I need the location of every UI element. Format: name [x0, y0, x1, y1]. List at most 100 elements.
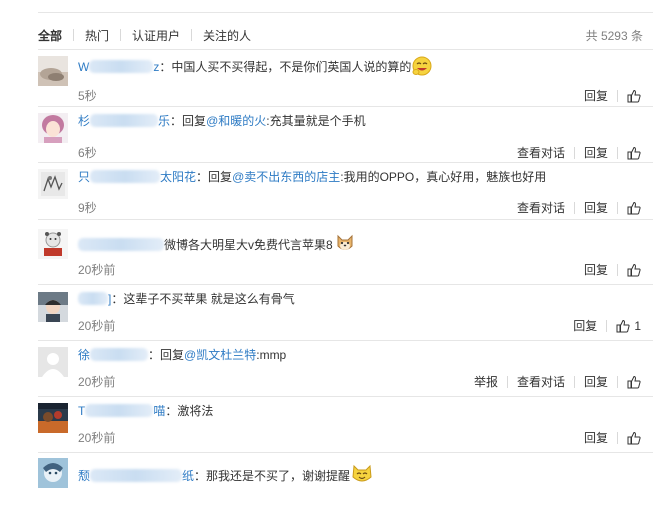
view-conversation-button[interactable]: 查看对话 — [517, 144, 565, 161]
mention-link[interactable]: @卖不出东西的店主 — [232, 170, 340, 184]
avatar[interactable] — [38, 403, 68, 433]
comment-time: 20秒前 — [78, 319, 116, 333]
comment-actions: 回复 — [584, 87, 641, 104]
reply-button[interactable]: 回复 — [584, 429, 608, 446]
tab-divider — [120, 29, 122, 41]
reply-button[interactable]: 回复 — [584, 144, 608, 161]
separator: ： — [165, 404, 178, 418]
action-divider — [606, 319, 608, 332]
like-button[interactable] — [627, 201, 641, 215]
separator: ： — [194, 469, 207, 483]
comment-item: 徐：回复@凯文杜兰特:mmp 20秒前 举报 查看对话 回复 — [38, 341, 653, 397]
separator: ： — [148, 348, 161, 362]
report-button[interactable]: 举报 — [474, 373, 498, 390]
top-divider — [38, 12, 653, 13]
like-button[interactable] — [627, 263, 641, 277]
reply-button[interactable]: 回复 — [584, 261, 608, 278]
thumbs-up-icon — [627, 375, 641, 389]
comment-text: 微博各大明星大v免费代言苹果8 — [164, 238, 333, 252]
username-link[interactable]: T喵 — [78, 404, 165, 418]
like-button[interactable] — [627, 375, 641, 389]
comment-time: 20秒前 — [78, 431, 116, 445]
comment-text-line: 颓纸：那我还是不买了，谢谢提醒 — [78, 463, 653, 485]
reply-prefix: 回复 — [208, 170, 233, 184]
comment-actions: 回复 — [584, 261, 641, 278]
avatar[interactable] — [38, 229, 68, 259]
username-link[interactable]: 颓纸 — [78, 469, 194, 483]
action-divider — [573, 201, 575, 214]
like-button[interactable]: 1 — [616, 319, 641, 333]
comment-text: 那我还是不买了，谢谢提醒 — [206, 469, 351, 483]
comment-time: 9秒 — [78, 201, 97, 215]
reply-button[interactable]: 回复 — [584, 199, 608, 216]
tab-divider — [73, 29, 75, 41]
username-link[interactable]: ] — [78, 292, 111, 306]
doge-emoji-icon — [334, 232, 356, 254]
avatar[interactable] — [38, 169, 68, 199]
comment-text-line: ]：这辈子不买苹果 就是这么有骨气 — [78, 291, 653, 307]
thumbs-up-icon — [627, 146, 641, 160]
reply-prefix: 回复 — [182, 114, 207, 128]
username-link[interactable]: 徐 — [78, 348, 149, 362]
avatar[interactable] — [38, 56, 68, 86]
reply-button[interactable]: 回复 — [584, 373, 608, 390]
like-button[interactable] — [627, 431, 641, 445]
mention-link[interactable]: @和暖的火 — [206, 114, 266, 128]
tab-all[interactable]: 全部 — [38, 27, 62, 44]
comment-item: 颓纸：那我还是不买了，谢谢提醒 — [38, 453, 653, 513]
view-conversation-button[interactable]: 查看对话 — [517, 199, 565, 216]
comment-text: 激将法 — [177, 404, 214, 418]
comment-item: 微博各大明星大v免费代言苹果8 20秒前 回复 — [38, 220, 653, 285]
username-link[interactable]: 只太阳花 — [78, 170, 196, 184]
action-divider — [617, 146, 618, 159]
comment-text: :充其量就是个手机 — [266, 114, 366, 128]
action-divider — [617, 201, 618, 214]
comment-text: :mmp — [256, 348, 287, 362]
tab-hot[interactable]: 热门 — [85, 27, 109, 44]
thumbs-up-icon — [627, 201, 641, 215]
action-divider — [573, 146, 575, 159]
comment-text-line: 杉乐：回复@和暖的火:充其量就是个手机 — [78, 113, 653, 129]
action-divider — [617, 375, 618, 388]
comment-time: 6秒 — [78, 146, 97, 160]
comment-text: 这辈子不买苹果 就是这么有骨气 — [123, 292, 295, 306]
avatar[interactable] — [38, 113, 68, 143]
comment-item: 只太阳花：回复@卖不出东西的店主:我用的OPPO，真心好用，魅族也好用 9秒 查… — [38, 163, 653, 220]
laughing-emoji-icon — [412, 56, 432, 76]
like-button[interactable] — [627, 146, 641, 160]
comment-time: 20秒前 — [78, 375, 116, 389]
reply-prefix: 回复 — [160, 348, 185, 362]
filter-tabs: 全部 热门 认证用户 关注的人 — [38, 26, 251, 44]
action-divider — [573, 375, 575, 388]
comment-actions: 举报 查看对话 回复 — [474, 373, 641, 390]
comment-text: :我用的OPPO，真心好用，魅族也好用 — [340, 170, 547, 184]
thumbs-up-icon — [627, 431, 641, 445]
comment-actions: 查看对话 回复 — [517, 199, 641, 216]
like-button[interactable] — [627, 89, 641, 103]
username-link[interactable]: Wz — [78, 60, 159, 74]
separator: ： — [196, 170, 209, 184]
action-divider — [617, 89, 618, 102]
avatar[interactable] — [38, 347, 68, 377]
avatar[interactable] — [38, 292, 68, 322]
comment-text-line: 只太阳花：回复@卖不出东西的店主:我用的OPPO，真心好用，魅族也好用 — [78, 169, 653, 185]
reply-button[interactable]: 回复 — [584, 87, 608, 104]
comment-actions: 回复 — [584, 429, 641, 446]
avatar[interactable] — [38, 458, 68, 488]
username-link[interactable] — [78, 238, 164, 251]
mention-link[interactable]: @凯文杜兰特 — [184, 348, 256, 362]
reply-button[interactable]: 回复 — [573, 317, 597, 334]
thumbs-up-icon — [627, 263, 641, 277]
action-divider — [617, 263, 618, 276]
comment-text: 中国人买不买得起，不是你们英国人说的算的 — [171, 60, 412, 74]
comment-actions: 查看对话 回复 — [517, 144, 641, 161]
tab-following[interactable]: 关注的人 — [203, 27, 251, 44]
comment-item: Wz：中国人买不买得起，不是你们英国人说的算的 5秒 回复 — [38, 50, 653, 107]
separator: ： — [170, 114, 183, 128]
thumbs-up-icon — [627, 89, 641, 103]
username-link[interactable]: 杉乐 — [78, 114, 170, 128]
tab-verified-users[interactable]: 认证用户 — [132, 27, 180, 44]
comment-time: 5秒 — [78, 89, 97, 103]
comment-item: T 喵：激将法 20秒前 回复 — [38, 397, 653, 453]
view-conversation-button[interactable]: 查看对话 — [517, 373, 565, 390]
